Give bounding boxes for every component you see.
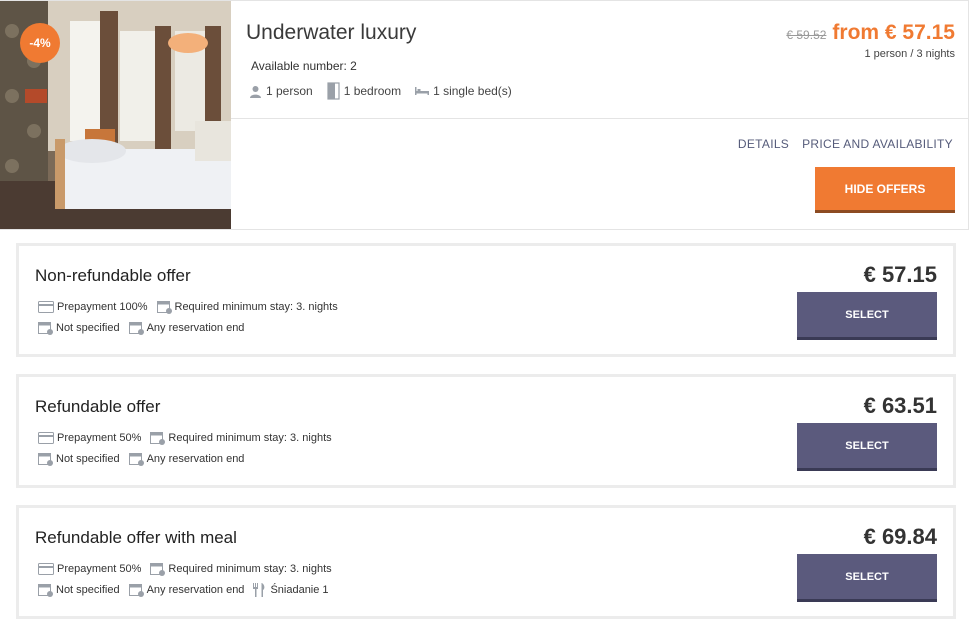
calendar-icon	[38, 584, 53, 597]
calendar-icon	[150, 432, 166, 445]
select-button[interactable]: SELECT	[797, 292, 937, 340]
offer-card: Non-refundable offer Prepayment 100% Req…	[16, 243, 956, 357]
from-price: from € 57.15	[832, 21, 955, 44]
person-icon	[250, 85, 261, 98]
price-availability-link[interactable]: PRICE AND AVAILABILITY	[802, 137, 953, 151]
offer-price: € 63.51	[863, 393, 937, 418]
fork-knife-icon	[253, 583, 265, 597]
offer-price: € 57.15	[863, 262, 937, 287]
spec-persons: 1 person	[249, 84, 313, 98]
price-per-person-nights: 1 person / 3 nights	[864, 48, 955, 60]
reservation-end-label: Any reservation end	[146, 322, 245, 334]
offer-title: Non-refundable offer	[35, 266, 191, 285]
offer-price: € 69.84	[863, 524, 937, 549]
calendar-icon	[128, 584, 144, 597]
not-specified-label: Not specified	[56, 453, 120, 465]
not-specified-label: Not specified	[56, 584, 120, 596]
credit-card-icon	[38, 563, 54, 575]
calendar-icon	[38, 453, 53, 466]
calendar-icon	[156, 301, 172, 314]
bed-icon	[415, 87, 430, 95]
spec-bedrooms: 1 bedroom	[327, 82, 401, 100]
offer-title: Refundable offer	[35, 397, 161, 416]
room-title[interactable]: Underwater luxury	[246, 21, 416, 45]
spec-persons-label: 1 person	[266, 84, 313, 98]
not-specified-label: Not specified	[56, 322, 120, 334]
calendar-icon	[128, 453, 144, 466]
room-card: -4% Underwater luxury Available number: …	[0, 0, 969, 230]
hide-offers-button[interactable]: HIDE OFFERS	[815, 167, 955, 213]
prepayment-label: Prepayment 50%	[57, 432, 142, 444]
credit-card-icon	[38, 301, 54, 313]
offer-card: Refundable offer with meal Prepayment 50…	[16, 505, 956, 619]
room-info: Underwater luxury Available number: 2 1 …	[231, 1, 968, 119]
price-block: € 59.52 from € 57.15 1 person / 3 nights	[786, 21, 955, 60]
details-link[interactable]: DETAILS	[738, 137, 789, 151]
reservation-end-label: Any reservation end	[146, 453, 245, 465]
credit-card-icon	[38, 432, 54, 444]
meal-label: Śniadanie 1	[270, 584, 329, 596]
calendar-icon	[38, 322, 53, 335]
calendar-icon	[150, 563, 166, 576]
prepayment-label: Prepayment 100%	[57, 301, 148, 313]
discount-badge: -4%	[20, 23, 60, 63]
select-button[interactable]: SELECT	[797, 554, 937, 602]
min-stay-label: Required minimum stay: 3. nights	[168, 563, 332, 575]
offer-title: Refundable offer with meal	[35, 528, 237, 547]
room-photo[interactable]: -4%	[0, 1, 231, 229]
spec-bedrooms-label: 1 bedroom	[343, 84, 402, 98]
offer-card: Refundable offer Prepayment 50% Required…	[16, 374, 956, 488]
prepayment-label: Prepayment 50%	[57, 563, 142, 575]
room-links: DETAILS PRICE AND AVAILABILITY	[725, 137, 953, 151]
old-price: € 59.52	[786, 28, 827, 42]
calendar-icon	[128, 322, 144, 335]
spec-beds: 1 single bed(s)	[415, 84, 512, 98]
reservation-end-label: Any reservation end	[146, 584, 245, 596]
spec-beds-label: 1 single bed(s)	[433, 84, 512, 98]
room-available-count: Available number: 2	[251, 59, 357, 73]
select-button[interactable]: SELECT	[797, 423, 937, 471]
min-stay-label: Required minimum stay: 3. nights	[174, 301, 338, 313]
min-stay-label: Required minimum stay: 3. nights	[168, 432, 332, 444]
room-specs: 1 person 1 bedroom 1 single bed(s)	[249, 82, 526, 100]
door-icon	[327, 82, 340, 100]
